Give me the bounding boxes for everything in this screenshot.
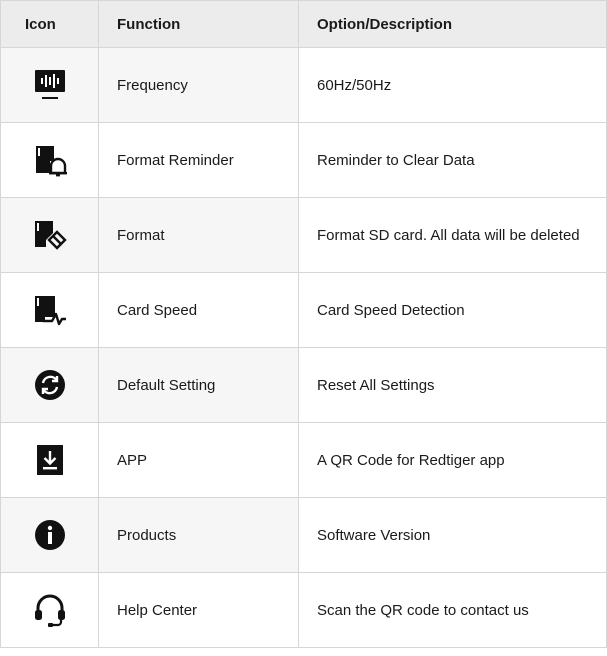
card-speed-icon (34, 296, 66, 326)
header-option: Option/Description (298, 0, 607, 48)
header-icon: Icon (0, 0, 99, 48)
function-table: Icon Function Option/Description Frequen… (0, 0, 607, 648)
function-label: Card Speed (98, 272, 299, 348)
function-label: APP (98, 422, 299, 498)
table-row: Card Speed Card Speed Detection (0, 272, 607, 348)
table-row: Default Setting Reset All Settings (0, 347, 607, 423)
info-icon (34, 520, 65, 550)
table-row: Format Format SD card. All data will be … (0, 197, 607, 273)
header-function: Function (98, 0, 299, 48)
function-label: Format (98, 197, 299, 273)
option-text: Card Speed Detection (298, 272, 607, 348)
format-icon (34, 221, 67, 250)
app-download-icon (36, 445, 63, 475)
table-row: Products Software Version (0, 497, 607, 573)
table-row: Format Reminder Reminder to Clear Data (0, 122, 607, 198)
default-setting-icon (34, 370, 65, 400)
function-label: Format Reminder (98, 122, 299, 198)
function-label: Frequency (98, 47, 299, 123)
function-label: Help Center (98, 572, 299, 648)
table-header: Icon Function Option/Description (0, 0, 607, 48)
table-row: Frequency 60Hz/50Hz (0, 47, 607, 123)
option-text: 60Hz/50Hz (298, 47, 607, 123)
table-row: Help Center Scan the QR code to contact … (0, 572, 607, 648)
option-text: Scan the QR code to contact us (298, 572, 607, 648)
function-label: Default Setting (98, 347, 299, 423)
function-label: Products (98, 497, 299, 573)
frequency-icon (34, 70, 65, 99)
option-text: Format SD card. All data will be deleted (298, 197, 607, 273)
table-row: APP A QR Code for Redtiger app (0, 422, 607, 498)
format-reminder-icon (35, 146, 67, 177)
option-text: Reset All Settings (298, 347, 607, 423)
headset-icon (34, 594, 65, 627)
option-text: A QR Code for Redtiger app (298, 422, 607, 498)
option-text: Software Version (298, 497, 607, 573)
option-text: Reminder to Clear Data (298, 122, 607, 198)
